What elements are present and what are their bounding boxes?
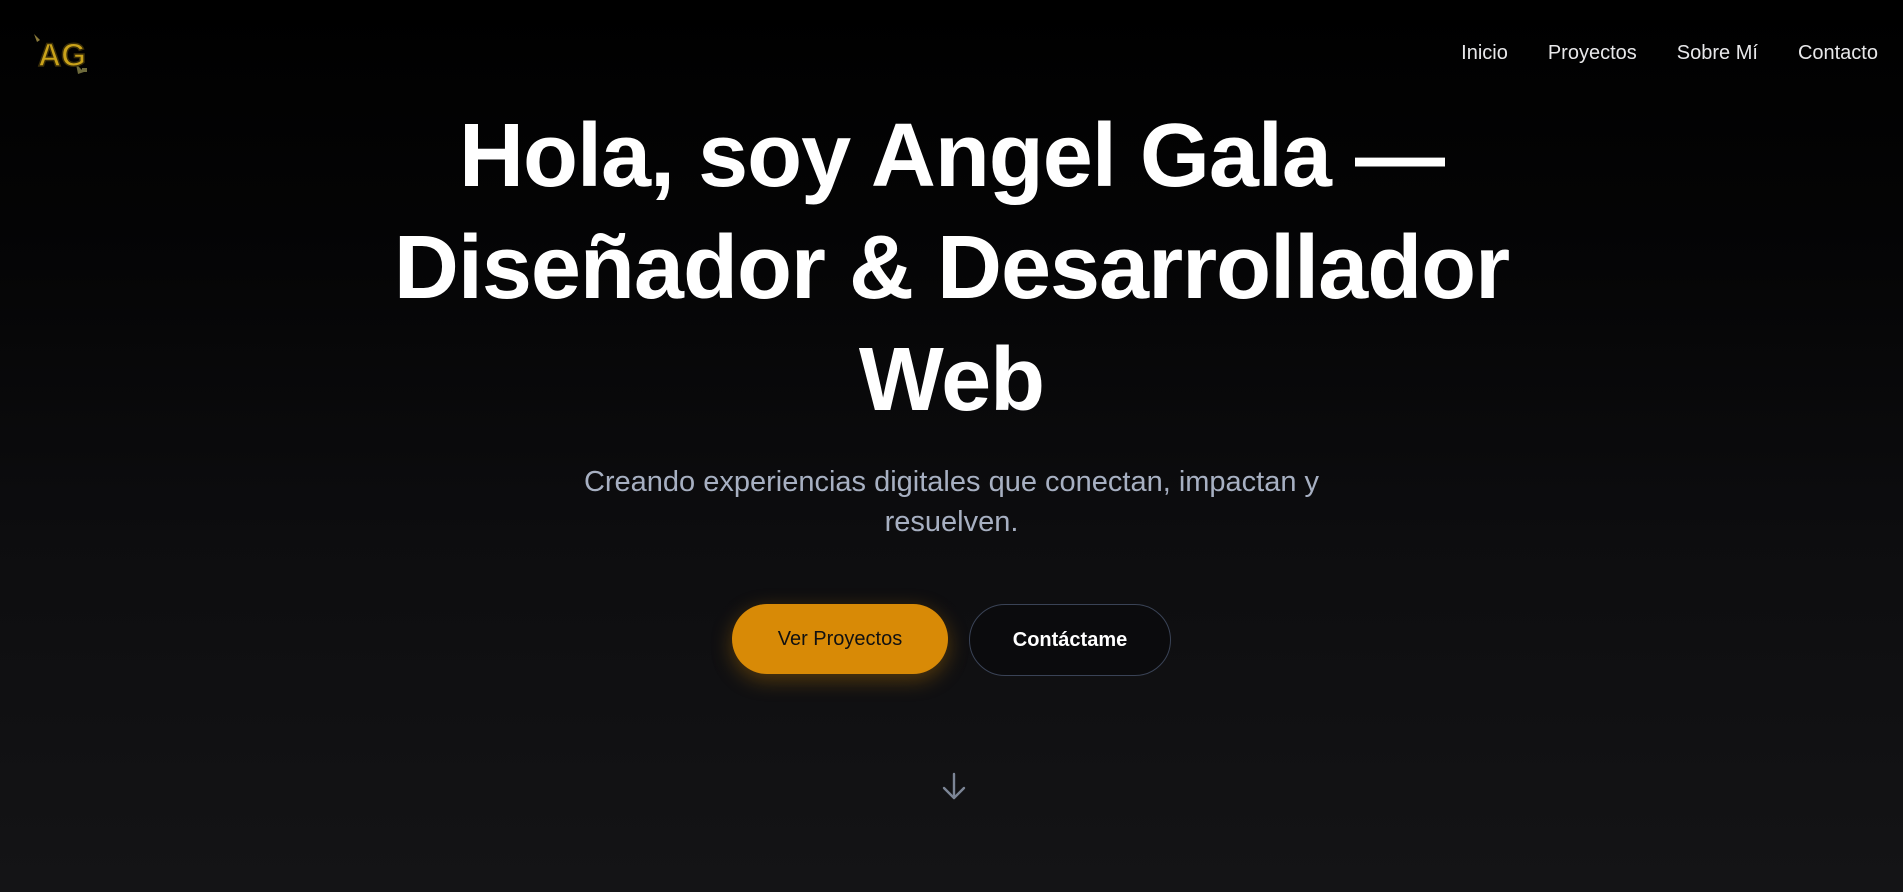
svg-text:AG: AG (38, 37, 86, 73)
nav-link-contacto[interactable]: Contacto (1798, 42, 1878, 65)
nav-link-sobre-mi[interactable]: Sobre Mí (1677, 42, 1758, 65)
nav-link-proyectos[interactable]: Proyectos (1548, 42, 1637, 65)
hero-section: Hola, soy Angel Gala — Diseñador & Desar… (0, 100, 1903, 542)
hero-subtitle: Creando experiencias digitales que conec… (583, 466, 1320, 538)
nav-link-inicio[interactable]: Inicio (1461, 42, 1508, 65)
hero-buttons: Ver Proyectos Contáctame (0, 604, 1903, 676)
ag-logo-icon[interactable]: AG (32, 30, 88, 78)
arrow-down-icon[interactable] (940, 770, 968, 802)
hero-title-line-2: Diseñador & Desarrollador (393, 218, 1510, 318)
nav-menu: Inicio Proyectos Sobre Mí Contacto (1461, 42, 1878, 65)
contact-me-button[interactable]: Contáctame (969, 604, 1171, 676)
hero-title-line-1: Hola, soy Angel Gala — (459, 106, 1445, 206)
navbar: AG Inicio Proyectos Sobre Mí Contacto (0, 0, 1903, 110)
hero-title-line-3: Web (858, 330, 1045, 430)
view-projects-button[interactable]: Ver Proyectos (732, 604, 948, 674)
hero-title: Hola, soy Angel Gala — Diseñador & Desar… (352, 100, 1552, 436)
